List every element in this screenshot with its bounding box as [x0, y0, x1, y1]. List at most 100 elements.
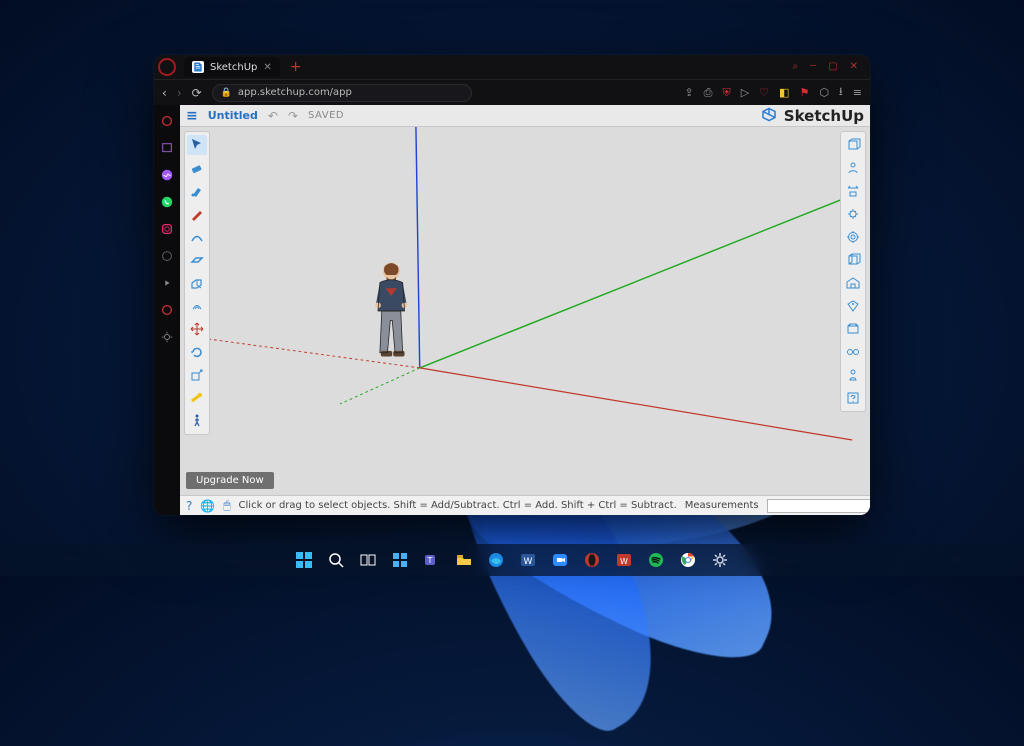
- shield-icon[interactable]: ⛨: [722, 86, 730, 100]
- teams-icon[interactable]: T: [420, 548, 444, 572]
- document-title[interactable]: Untitled: [208, 109, 258, 122]
- play-icon[interactable]: ▷: [741, 86, 749, 99]
- panel-styles[interactable]: [843, 365, 863, 385]
- tool-arc[interactable]: [187, 227, 207, 247]
- panel-3dwarehouse[interactable]: [843, 273, 863, 293]
- sketchup-header: ≡ Untitled ↶ ↷ SAVED SketchUp: [180, 105, 870, 127]
- windows-taskbar: T W W: [0, 544, 1024, 576]
- sidebar-whatsapp-icon[interactable]: [159, 194, 175, 210]
- svg-text:T: T: [427, 556, 433, 565]
- panel-orbit[interactable]: [843, 135, 863, 155]
- chrome-icon[interactable]: [676, 548, 700, 572]
- help-icon[interactable]: ?: [186, 499, 192, 513]
- opera-taskbar-icon[interactable]: [580, 548, 604, 572]
- opera-sidebar: [154, 105, 180, 515]
- close-tab-icon[interactable]: ✕: [263, 62, 271, 73]
- opera-logo-icon: [158, 58, 176, 76]
- viewport-3d[interactable]: [180, 127, 870, 495]
- measurements-input[interactable]: [767, 499, 870, 513]
- word-icon[interactable]: W: [516, 548, 540, 572]
- sidebar-video-icon[interactable]: [159, 275, 175, 291]
- sketchup-logo: SketchUp: [760, 107, 864, 125]
- panel-help[interactable]: [843, 388, 863, 408]
- widgets-icon[interactable]: [388, 548, 412, 572]
- settings-taskbar-icon[interactable]: [708, 548, 732, 572]
- tab-title: SketchUp: [210, 62, 257, 73]
- panel-settings[interactable]: [843, 204, 863, 224]
- hamburger-menu-icon[interactable]: ≡: [186, 108, 198, 124]
- panel-scenes[interactable]: [843, 319, 863, 339]
- upgrade-button[interactable]: Upgrade Now: [186, 472, 274, 489]
- sidebar-cart-icon[interactable]: [159, 302, 175, 318]
- tool-offset[interactable]: [187, 296, 207, 316]
- url-text: app.sketchup.com/app: [238, 87, 352, 98]
- sidebar-music-icon[interactable]: [159, 113, 175, 129]
- right-toolbar: [840, 131, 866, 412]
- tool-move[interactable]: [187, 319, 207, 339]
- edge-icon[interactable]: [484, 548, 508, 572]
- saved-label: SAVED: [308, 110, 344, 121]
- minimize-icon[interactable]: —: [810, 61, 816, 73]
- cube-icon[interactable]: ⬡: [819, 86, 829, 99]
- browser-tab[interactable]: SketchUp ✕: [184, 57, 280, 77]
- panel-tag[interactable]: [843, 296, 863, 316]
- undo-button[interactable]: ↶: [268, 109, 278, 123]
- panel-pan[interactable]: [843, 158, 863, 178]
- language-icon[interactable]: 🌐: [200, 499, 215, 513]
- explorer-icon[interactable]: [452, 548, 476, 572]
- tool-paint[interactable]: [187, 181, 207, 201]
- address-bar: ‹ › ⟳ 🔒 app.sketchup.com/app ⇪ ⎙ ⛨ ▷ ♡ ◧…: [154, 79, 870, 105]
- wps-icon[interactable]: W: [612, 548, 636, 572]
- tool-walk[interactable]: [187, 411, 207, 431]
- search-window-icon[interactable]: ⌕: [793, 61, 799, 73]
- tool-pencil[interactable]: [187, 204, 207, 224]
- status-bar: ? 🌐 🖱 Click or drag to select objects. S…: [180, 495, 870, 515]
- tool-rotate[interactable]: [187, 342, 207, 362]
- mouse-icon[interactable]: 🖱: [223, 498, 230, 513]
- panel-display[interactable]: [843, 342, 863, 362]
- sidebar-settings-icon[interactable]: [159, 329, 175, 345]
- browser-window: SketchUp ✕ + ⌕ — ▢ ✕ ‹ › ⟳ 🔒 app.sketchu…: [154, 55, 870, 515]
- measurements-label: Measurements: [685, 500, 759, 511]
- extension-icon[interactable]: ◧: [779, 86, 789, 99]
- new-tab-button[interactable]: +: [290, 59, 302, 75]
- sidebar-instagram-icon[interactable]: [159, 221, 175, 237]
- share-icon[interactable]: ⇪: [684, 86, 693, 99]
- tool-eraser[interactable]: [187, 158, 207, 178]
- spotify-icon[interactable]: [644, 548, 668, 572]
- menu-icon[interactable]: ≡: [853, 86, 862, 99]
- tool-scale[interactable]: [187, 365, 207, 385]
- tool-select[interactable]: [187, 135, 207, 155]
- panel-zoom[interactable]: [843, 181, 863, 201]
- start-button[interactable]: [292, 548, 316, 572]
- left-toolbar: [184, 131, 210, 435]
- panel-layers[interactable]: [843, 227, 863, 247]
- close-window-icon[interactable]: ✕: [850, 61, 858, 73]
- panel-outliner[interactable]: [843, 250, 863, 270]
- heart-icon[interactable]: ♡: [759, 86, 769, 99]
- download-icon[interactable]: ⭳: [839, 83, 843, 102]
- redo-button[interactable]: ↷: [288, 109, 298, 123]
- sketchup-app: ≡ Untitled ↶ ↷ SAVED SketchUp: [180, 105, 870, 515]
- tab-favicon-icon: [192, 61, 204, 73]
- forward-button[interactable]: ›: [177, 86, 182, 100]
- maximize-icon[interactable]: ▢: [828, 61, 837, 73]
- taskview-icon[interactable]: [356, 548, 380, 572]
- vpn-icon[interactable]: ⚑: [799, 86, 809, 99]
- sidebar-twitch-icon[interactable]: [159, 140, 175, 156]
- tool-tape[interactable]: [187, 388, 207, 408]
- sidebar-messenger-icon[interactable]: [159, 167, 175, 183]
- url-field[interactable]: 🔒 app.sketchup.com/app: [212, 84, 472, 102]
- camera-icon[interactable]: ⎙: [704, 86, 713, 100]
- svg-text:W: W: [620, 557, 628, 566]
- search-taskbar-icon[interactable]: [324, 548, 348, 572]
- sidebar-gx-icon[interactable]: [159, 248, 175, 264]
- sketchup-viewport-wrap: Upgrade Now: [180, 127, 870, 495]
- tool-pushpull[interactable]: [187, 273, 207, 293]
- tool-rectangle[interactable]: [187, 250, 207, 270]
- reload-button[interactable]: ⟳: [192, 86, 202, 100]
- browser-titlebar: SketchUp ✕ + ⌕ — ▢ ✕: [154, 55, 870, 79]
- svg-text:W: W: [524, 557, 533, 567]
- zoom-app-icon[interactable]: [548, 548, 572, 572]
- back-button[interactable]: ‹: [162, 86, 167, 100]
